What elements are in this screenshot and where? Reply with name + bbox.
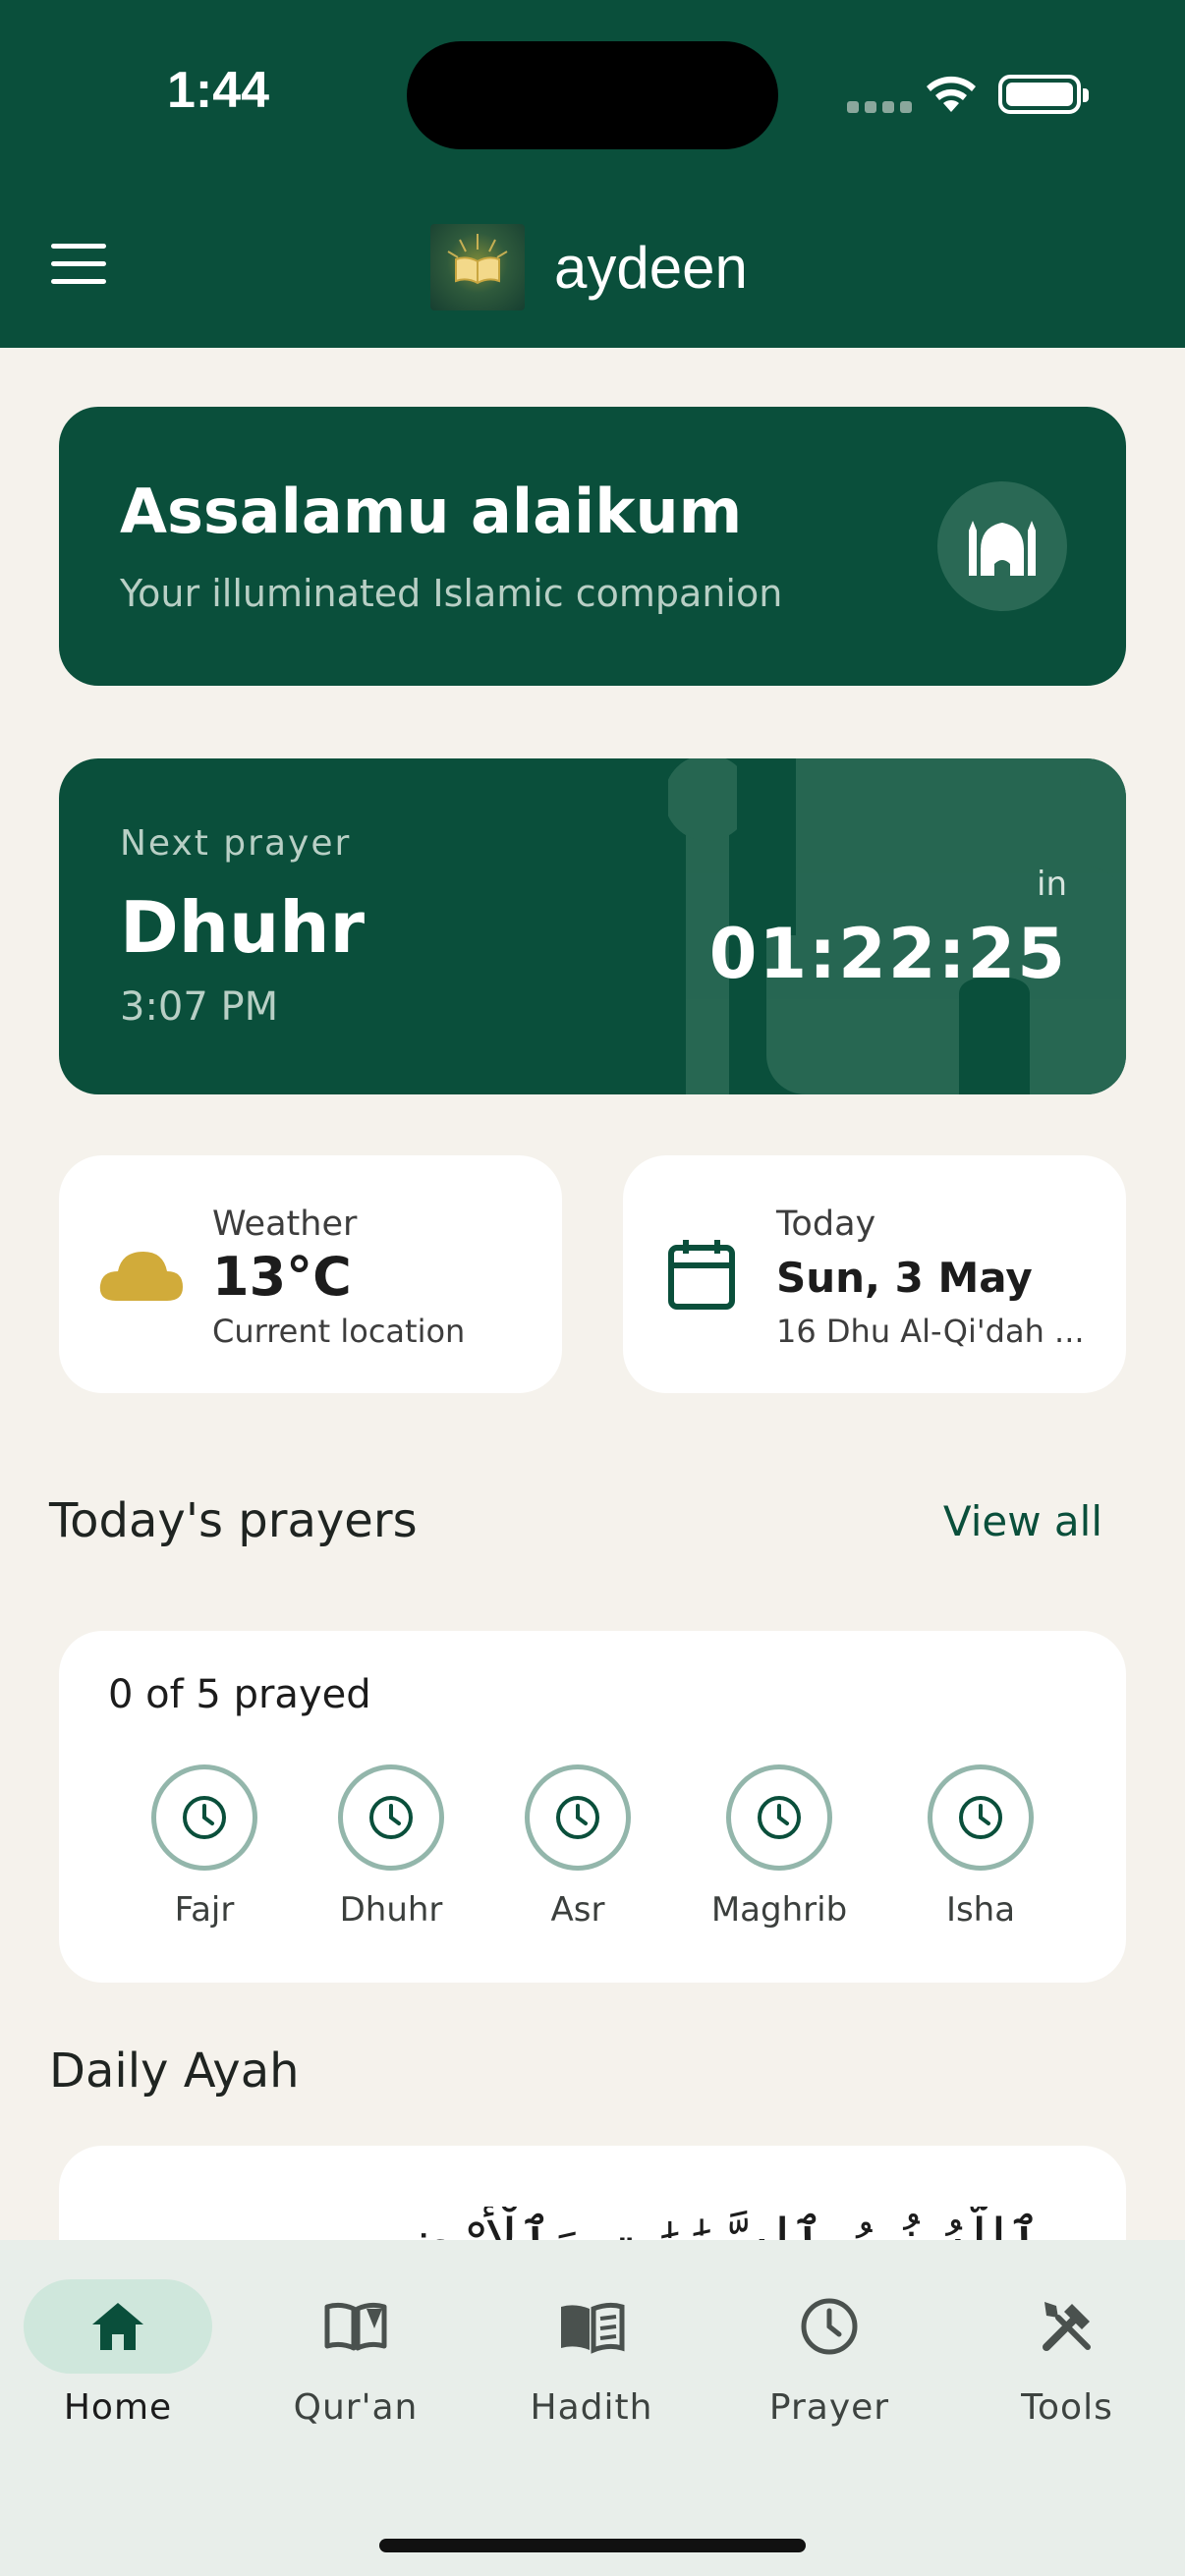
countdown-label: in [1037,865,1067,904]
prayer-name: Dhuhr [339,1890,443,1930]
status-time: 1:44 [167,62,270,119]
nav-label: Prayer [768,2387,890,2428]
weather-temperature: 13°C [212,1246,352,1308]
brand: aydeen [430,224,748,310]
nav-label: Home [63,2387,173,2428]
daily-ayah-title: Daily Ayah [49,2044,300,2099]
hijri-date: 16 Dhu Al-Qi'dah ... [776,1313,1085,1350]
date-card[interactable]: Today Sun, 3 May 16 Dhu Al-Qi'dah ... [623,1155,1126,1393]
nav-pill [24,2279,212,2374]
calendar-icon [668,1240,735,1310]
tools-icon [1043,2302,1091,2351]
wifi-icon [927,76,976,112]
home-indicator[interactable] [379,2539,806,2552]
battery-icon [998,75,1089,114]
menu-icon [51,244,106,249]
next-prayer-time: 3:07 PM [120,984,279,1030]
prayer-item-isha[interactable]: Isha [882,1764,1079,1930]
prayed-count: 0 of 5 prayed [108,1672,371,1717]
prayer-item-maghrib[interactable]: Maghrib [681,1764,877,1930]
prayers-tracker-card: 0 of 5 prayed Fajr Dhuhr Asr Maghrib Ish… [59,1631,1126,1983]
prayer-name: Isha [945,1890,1016,1930]
clock-icon[interactable] [151,1764,257,1871]
prayer-item-asr[interactable]: Asr [480,1764,676,1930]
prayer-name: Maghrib [710,1890,848,1930]
mosque-icon [937,481,1067,611]
greeting-card: Assalamu alaikum Your illuminated Islami… [59,407,1126,686]
app-title: aydeen [554,234,748,301]
home-icon [92,2303,143,2350]
quran-logo-icon [430,224,525,310]
nav-tools[interactable]: Tools [969,2279,1165,2428]
open-book-icon [324,2302,387,2351]
clock-icon[interactable] [338,1764,444,1871]
nav-label: Tools [1021,2387,1113,2428]
menu-button[interactable] [51,244,110,287]
greeting-subtitle: Your illuminated Islamic companion [120,572,783,615]
clock-icon[interactable] [726,1764,832,1871]
bottom-navigation: Home Qur'an Hadith Prayer Tools [0,2240,1185,2576]
next-prayer-name: Dhuhr [120,886,366,969]
date-label: Today [776,1204,876,1244]
next-prayer-label: Next prayer [120,823,352,864]
nav-pill [497,2279,686,2374]
prayer-name: Fajr [174,1890,235,1930]
clock-icon[interactable] [928,1764,1034,1871]
nav-prayer[interactable]: Prayer [731,2279,928,2428]
nav-pill [973,2279,1161,2374]
nav-label: Qur'an [293,2387,419,2428]
cellular-signal-icon [847,101,912,113]
prayer-name: Asr [550,1890,605,1930]
prayers-section-title: Today's prayers [49,1493,418,1548]
gregorian-date: Sun, 3 May [776,1254,1033,1302]
app-header: 1:44 aydeen [0,0,1185,348]
clock-icon[interactable] [525,1764,631,1871]
nav-pill [735,2279,924,2374]
nav-quran[interactable]: Qur'an [257,2279,454,2428]
countdown-timer: 01:22:25 [708,914,1067,994]
weather-location: Current location [212,1313,466,1350]
nav-home[interactable]: Home [20,2279,216,2428]
nav-label: Hadith [530,2387,653,2428]
weather-label: Weather [212,1204,358,1244]
next-prayer-card[interactable]: Next prayer Dhuhr 3:07 PM in 01:22:25 [59,758,1126,1094]
book-icon [561,2302,625,2354]
weather-card[interactable]: Weather 13°C Current location [59,1155,562,1393]
clock-icon [801,2298,858,2355]
view-all-link[interactable]: View all [943,1497,1102,1545]
greeting-title: Assalamu alaikum [120,476,743,547]
nav-pill [261,2279,450,2374]
prayer-item-dhuhr[interactable]: Dhuhr [293,1764,489,1930]
dynamic-island [407,41,778,149]
cloud-icon [99,1252,183,1301]
prayer-item-fajr[interactable]: Fajr [106,1764,303,1930]
nav-hadith[interactable]: Hadith [493,2279,690,2428]
